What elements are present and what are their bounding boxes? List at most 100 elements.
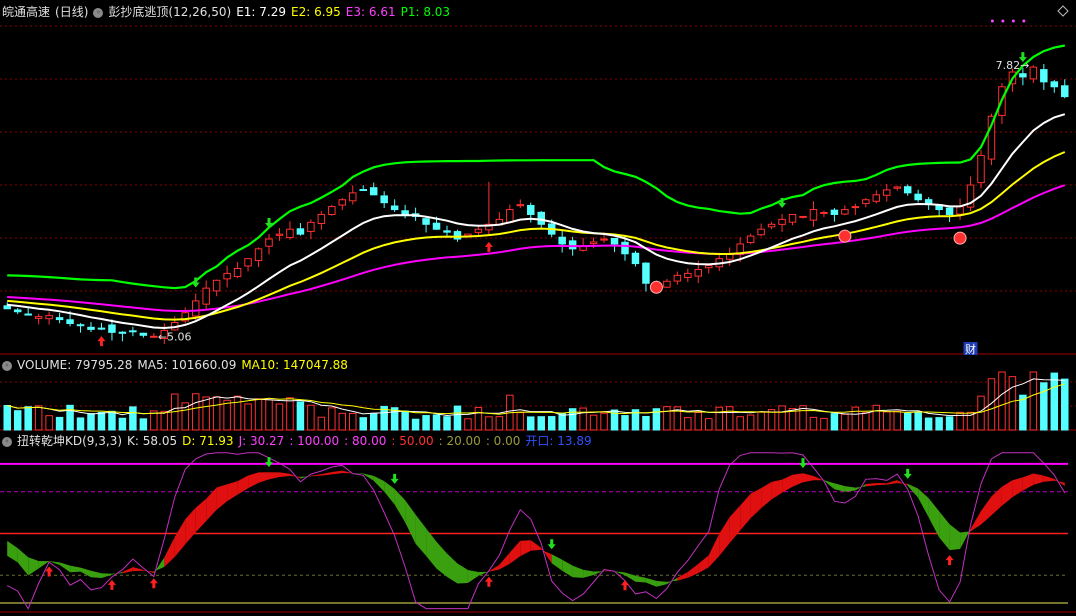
candle[interactable] [223,265,231,288]
volume-bar[interactable] [45,415,53,431]
volume-bar[interactable] [34,405,43,431]
volume-bar[interactable] [945,416,954,431]
pane-toggle-icon[interactable] [1057,5,1069,17]
volume-bar[interactable] [1050,372,1059,431]
settings-circle-icon[interactable]: ◦ [93,7,104,18]
volume-bar[interactable] [233,395,242,431]
candle[interactable] [349,185,357,205]
volume-bar[interactable] [621,415,629,431]
candle[interactable] [935,204,943,216]
volume-bar[interactable] [202,396,210,431]
candle[interactable] [893,185,901,191]
settings-circle-icon[interactable]: ◦ [2,436,12,447]
volume-bar[interactable] [212,396,221,431]
candle[interactable] [139,332,148,338]
volume-bar[interactable] [87,413,95,431]
volume-bar[interactable] [495,416,504,431]
candle[interactable] [883,183,891,202]
volume-bar[interactable] [851,406,860,431]
candle[interactable] [1040,64,1048,90]
candle[interactable] [684,268,692,283]
candle[interactable] [673,271,682,285]
candle[interactable] [212,279,221,297]
volume-bar[interactable] [642,415,650,431]
candle[interactable] [233,262,242,279]
stock-chart[interactable]: ←5.06 7.82→ 财 [0,0,1076,616]
volume-bar[interactable] [903,412,912,431]
volume-bar[interactable] [129,406,137,431]
candle[interactable] [380,191,388,208]
candle[interactable] [663,278,671,288]
volume-bar[interactable] [254,398,263,431]
volume-bar[interactable] [286,397,294,431]
volume-bar[interactable] [600,412,608,431]
candle[interactable] [506,204,514,224]
candle[interactable] [150,333,158,338]
candle[interactable] [13,307,22,315]
volume-bar[interactable] [893,410,901,431]
volume-bar[interactable] [537,416,545,431]
candle[interactable] [914,189,922,203]
volume-bar[interactable] [579,407,587,431]
volume-bar[interactable] [987,378,996,431]
candle[interactable] [254,247,263,268]
candle[interactable] [118,331,127,342]
volume-bar[interactable] [935,417,943,431]
volume-bar[interactable] [359,417,367,431]
candle[interactable] [87,322,95,332]
volume-bar[interactable] [223,399,231,431]
candle[interactable] [1061,79,1069,99]
candle[interactable] [945,207,954,223]
volume-bar[interactable] [778,405,786,431]
settings-circle-icon[interactable]: ◦ [2,360,12,371]
candle[interactable] [129,326,137,337]
candle[interactable] [966,176,975,212]
volume-bar[interactable] [527,416,535,431]
candle[interactable] [181,307,189,324]
volume-bar[interactable] [432,414,441,431]
candle[interactable] [809,201,818,227]
volume-bar[interactable] [296,401,305,431]
volume-bar[interactable] [736,416,744,431]
candle[interactable] [872,190,881,204]
volume-bar[interactable] [369,412,378,431]
volume-bar[interactable] [464,418,472,431]
volume-bar[interactable] [191,393,200,431]
candle[interactable] [757,223,765,237]
candle[interactable] [746,233,755,245]
candle[interactable] [841,205,849,216]
candle[interactable] [862,197,870,208]
candle[interactable] [296,223,305,236]
volume-bar[interactable] [108,410,116,431]
candle[interactable] [275,228,284,241]
volume-bar[interactable] [474,406,483,431]
volume-bar[interactable] [97,412,106,431]
volume-bar[interactable] [411,418,420,431]
volume-bar[interactable] [841,413,849,431]
volume-bar[interactable] [244,403,252,431]
candle[interactable] [108,319,116,341]
volume-bar[interactable] [694,411,703,431]
volume-bar[interactable] [118,417,127,431]
volume-bar[interactable] [1008,376,1017,431]
volume-bar[interactable] [547,416,556,431]
candle[interactable] [34,313,43,325]
volume-bar[interactable] [139,418,148,431]
candle[interactable] [244,258,252,272]
volume-bar[interactable] [401,410,409,431]
candle[interactable] [788,213,797,226]
price-pane[interactable] [3,44,1069,345]
volume-bar[interactable] [914,411,922,431]
candle[interactable] [45,311,53,325]
candle[interactable] [642,262,650,292]
candle[interactable] [55,312,64,324]
volume-bar[interactable] [55,416,64,431]
volume-bar[interactable] [684,417,692,431]
candle[interactable] [359,185,367,192]
volume-bar[interactable] [977,395,985,431]
candle[interactable] [338,197,347,211]
candle[interactable] [401,204,409,219]
volume-bar[interactable] [872,404,881,431]
volume-bar[interactable] [924,417,933,431]
candle[interactable] [390,199,399,212]
